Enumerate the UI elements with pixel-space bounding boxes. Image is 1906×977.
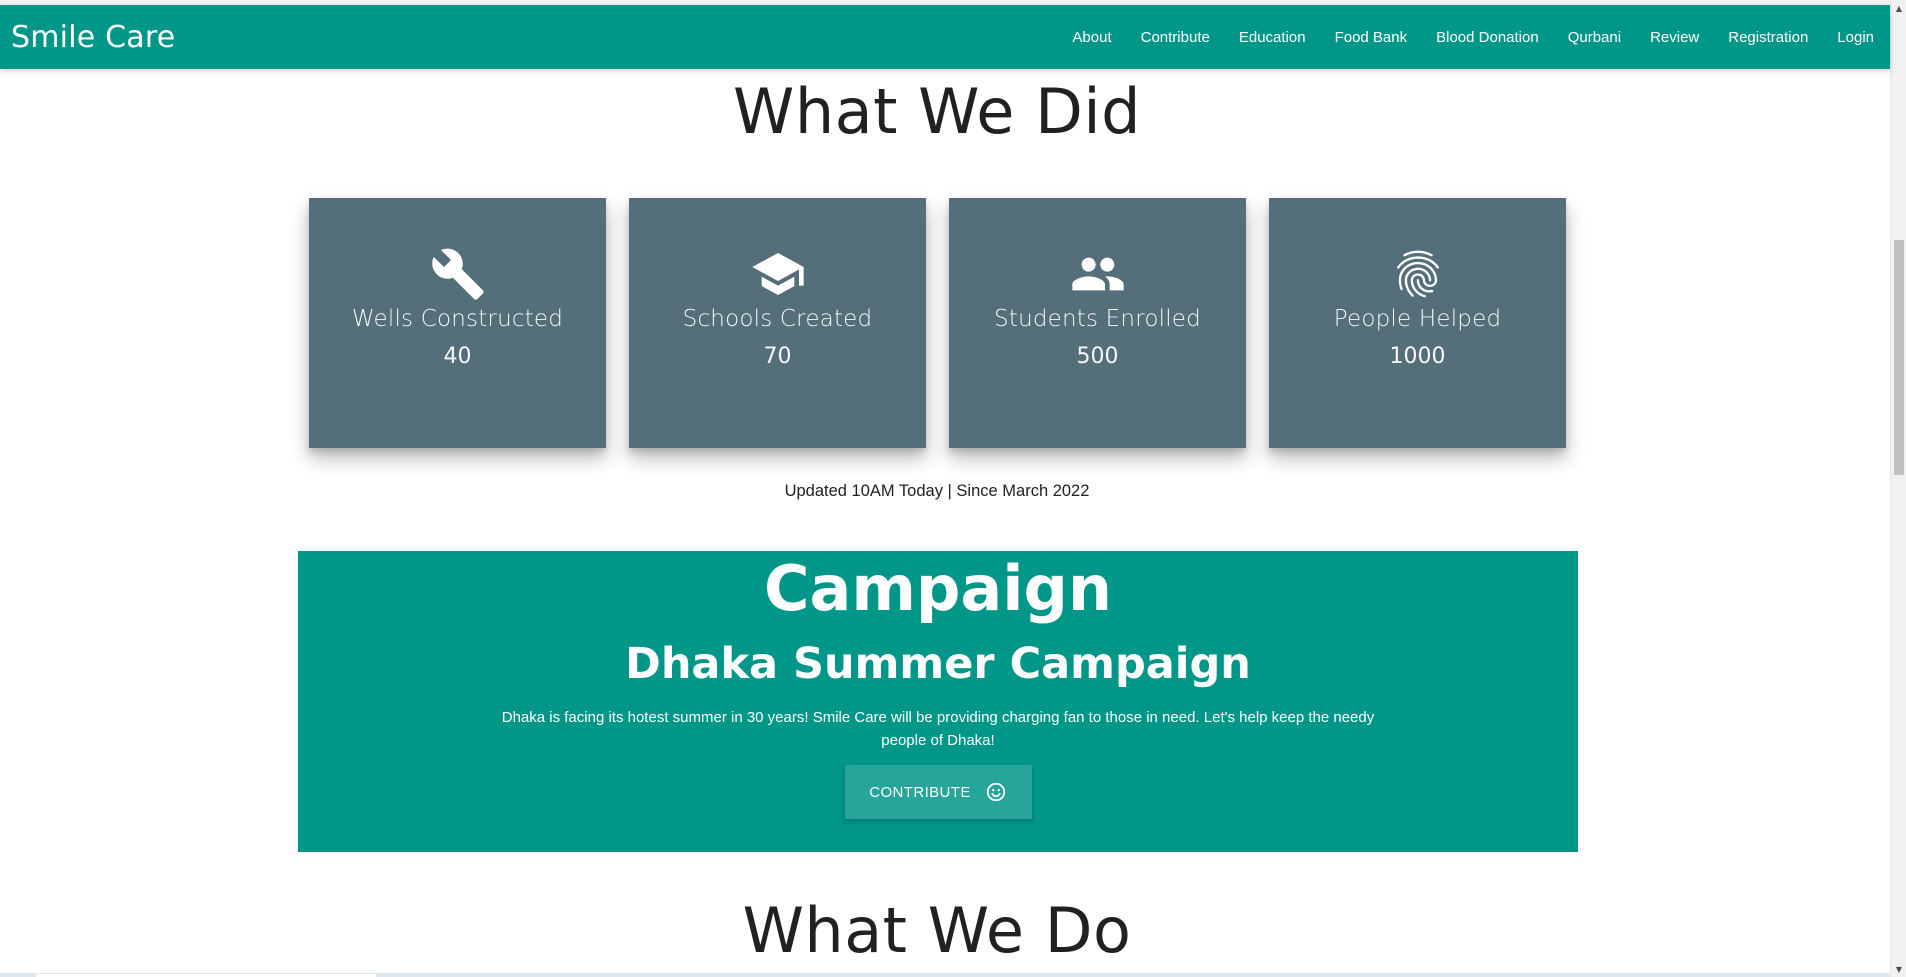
stat-label: Wells Constructed [351, 306, 564, 332]
stat-label: Schools Created [682, 306, 873, 332]
stat-card-students: Students Enrolled 500 [949, 198, 1246, 448]
what-we-did-title: What We Did [733, 75, 1141, 148]
stat-value: 70 [763, 344, 792, 369]
scroll-down-icon[interactable]: ▼ [1891, 961, 1906, 977]
stat-value: 40 [443, 344, 472, 369]
stat-card-people: People Helped 1000 [1269, 198, 1566, 448]
smiley-icon [986, 782, 1005, 802]
nav-link-qurbani[interactable]: Qurbani [1553, 29, 1635, 46]
brand-logo[interactable]: Smile Care [11, 20, 175, 55]
stat-value: 1000 [1389, 344, 1446, 369]
nav-link-login[interactable]: Login [1823, 29, 1874, 46]
nav-link-registration[interactable]: Registration [1714, 29, 1823, 46]
campaign-description: Dhaka is facing its hotest summer in 30 … [501, 709, 1375, 749]
nav-link-blood-donation[interactable]: Blood Donation [1422, 29, 1554, 46]
fingerprint-icon [1388, 246, 1448, 302]
nav-link-contribute[interactable]: Contribute [1126, 29, 1224, 46]
contribute-button[interactable]: Contribute [844, 765, 1032, 819]
nav-links: About Contribute Education Food Bank Blo… [1058, 29, 1874, 46]
what-we-do-title: What We Do [742, 894, 1132, 967]
scroll-thumb[interactable] [1894, 240, 1904, 475]
nav-link-food-bank[interactable]: Food Bank [1320, 29, 1422, 46]
nav-link-review[interactable]: Review [1636, 29, 1714, 46]
navbar: Smile Care About Contribute Education Fo… [0, 5, 1890, 69]
stat-label: People Helped [1333, 306, 1502, 332]
nav-link-about[interactable]: About [1058, 29, 1126, 46]
graduation-cap-icon [748, 246, 808, 302]
scroll-up-icon[interactable]: ▲ [1891, 0, 1906, 16]
vertical-scrollbar[interactable]: ▲ ▼ [1890, 0, 1906, 977]
campaign-section: Campaign Dhaka Summer Campaign Dhaka is … [298, 551, 1578, 852]
people-icon [1068, 246, 1128, 302]
stat-label: Students Enrolled [994, 306, 1201, 332]
stat-card-schools: Schools Created 70 [629, 198, 926, 448]
updated-note: Updated 10AM Today | Since March 2022 [784, 482, 1090, 500]
nav-link-education[interactable]: Education [1224, 29, 1320, 46]
stat-value: 500 [1076, 344, 1119, 369]
campaign-name: Dhaka Summer Campaign [625, 639, 1251, 689]
horizontal-scrollbar[interactable] [0, 973, 1890, 977]
stats-row: Wells Constructed 40 Schools Created 70 … [309, 198, 1566, 448]
contribute-button-label: Contribute [869, 783, 971, 801]
stat-card-wells: Wells Constructed 40 [309, 198, 606, 448]
campaign-title: Campaign [764, 552, 1112, 625]
wrench-icon [428, 246, 488, 302]
